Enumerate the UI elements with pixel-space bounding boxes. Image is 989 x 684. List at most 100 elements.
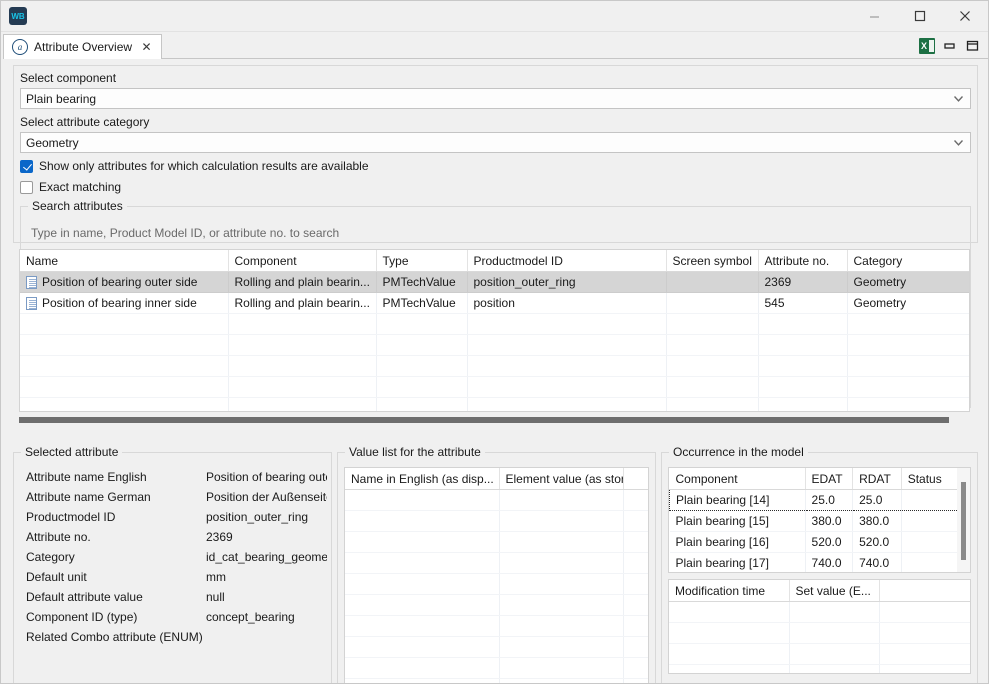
attribute-a-icon: a	[12, 39, 28, 55]
cell-name-text: Position of bearing outer side	[42, 275, 197, 289]
search-attributes-title: Search attributes	[28, 199, 127, 213]
cell-rdat: 380.0	[853, 511, 902, 532]
cell-productmodel-id: position	[467, 293, 666, 314]
component-label: Select component	[20, 71, 116, 85]
table-row-empty[interactable]	[345, 490, 649, 511]
column-header-spacer[interactable]	[879, 580, 970, 602]
table-row-empty[interactable]	[20, 377, 969, 398]
component-combobox[interactable]: Plain bearing	[20, 88, 971, 109]
document-icon	[26, 276, 37, 289]
table-header-row: Name in English (as disp... Element valu…	[345, 468, 649, 490]
modification-table[interactable]: Modification time Set value (E...	[668, 579, 971, 674]
view-minimize-button[interactable]	[941, 37, 958, 54]
show-calc-results-checkbox-row[interactable]: Show only attributes for which calculati…	[20, 159, 369, 173]
table-row-empty[interactable]	[20, 314, 969, 335]
table-row-empty[interactable]	[669, 602, 970, 623]
value-list-table[interactable]: Name in English (as disp... Element valu…	[344, 467, 649, 684]
cell-edat: 520.0	[805, 532, 853, 553]
column-header-element-value[interactable]: Element value (as stored)	[499, 468, 623, 490]
selected-attribute-group: Selected attribute Attribute name Englis…	[13, 452, 332, 684]
table-row-empty[interactable]	[20, 356, 969, 377]
window-close-button[interactable]	[942, 1, 988, 31]
view-maximize-button[interactable]	[964, 37, 981, 54]
table-row-empty[interactable]	[345, 595, 649, 616]
table-row-empty[interactable]	[345, 658, 649, 679]
table-row[interactable]: Position of bearing inner side Rolling a…	[20, 293, 969, 314]
column-header-spacer[interactable]	[623, 468, 649, 490]
cell-component: Plain bearing [17]	[670, 553, 806, 574]
occurrence-grid: Component EDAT RDAT Status Plain bearing…	[669, 468, 970, 573]
cell-productmodel-id: position_outer_ring	[467, 272, 666, 293]
attributes-table-hscrollbar[interactable]	[19, 415, 970, 425]
occurrence-table[interactable]: Component EDAT RDAT Status Plain bearing…	[668, 467, 971, 573]
table-row-empty[interactable]	[20, 335, 969, 356]
column-header-modification-time[interactable]: Modification time	[669, 580, 789, 602]
table-row-empty[interactable]	[345, 616, 649, 637]
window-minimize-button[interactable]	[852, 1, 897, 31]
show-calc-results-checkbox[interactable]	[20, 160, 33, 173]
value-list-grid: Name in English (as disp... Element valu…	[345, 468, 649, 684]
table-row-empty[interactable]	[345, 511, 649, 532]
exact-matching-checkbox-row[interactable]: Exact matching	[20, 180, 121, 194]
minimize-icon	[869, 11, 880, 22]
column-header-attribute-no[interactable]: Attribute no.	[758, 250, 847, 272]
table-row[interactable]: Position of bearing outer side Rolling a…	[20, 272, 969, 293]
table-row-empty[interactable]	[669, 644, 970, 665]
attribute-detail-row: Attribute no. 2369	[26, 527, 327, 547]
column-header-screen-symbol[interactable]: Screen symbol	[666, 250, 758, 272]
column-header-category[interactable]: Category	[847, 250, 969, 272]
column-header-set-value[interactable]: Set value (E...	[789, 580, 879, 602]
table-row-empty[interactable]	[345, 637, 649, 658]
category-label: Select attribute category	[20, 115, 149, 129]
table-row-empty[interactable]	[20, 398, 969, 413]
table-row-empty[interactable]	[345, 553, 649, 574]
attribute-key: Category	[26, 550, 206, 564]
tab-bar-tools: X	[162, 33, 988, 59]
column-header-name[interactable]: Name	[20, 250, 228, 272]
tab-attribute-overview[interactable]: a Attribute Overview ✕	[3, 34, 162, 60]
attribute-key: Default unit	[26, 570, 206, 584]
exact-matching-checkbox[interactable]	[20, 181, 33, 194]
table-row[interactable]: Plain bearing [16] 520.0 520.0	[670, 532, 970, 553]
attribute-detail-row: Attribute name English Position of beari…	[26, 467, 327, 487]
table-row-empty[interactable]	[345, 532, 649, 553]
attribute-key: Related Combo attribute (ENUM)	[26, 630, 206, 644]
table-row[interactable]: Plain bearing [14] 25.0 25.0	[670, 490, 970, 511]
column-header-name-english[interactable]: Name in English (as disp...	[345, 468, 499, 490]
attributes-grid: Name Component Type Productmodel ID Scre…	[20, 250, 970, 412]
attribute-key: Default attribute value	[26, 590, 206, 604]
table-row-empty[interactable]	[669, 665, 970, 675]
occurrence-group: Occurrence in the model Component EDAT R…	[661, 452, 978, 684]
window-maximize-button[interactable]	[897, 1, 942, 31]
attribute-detail-row: Category id_cat_bearing_geometr	[26, 547, 327, 567]
column-header-component[interactable]: Component	[670, 468, 806, 490]
tab-close-icon[interactable]: ✕	[140, 41, 153, 54]
selection-group: Select component Plain bearing Select at…	[13, 65, 978, 243]
vscrollbar-thumb[interactable]	[961, 482, 966, 560]
column-header-edat[interactable]: EDAT	[805, 468, 853, 490]
search-input[interactable]: Type in name, Product Model ID, or attri…	[26, 224, 965, 242]
column-header-rdat[interactable]: RDAT	[853, 468, 902, 490]
exact-matching-label: Exact matching	[39, 180, 121, 194]
table-row-empty[interactable]	[669, 623, 970, 644]
cell-name-text: Position of bearing inner side	[42, 296, 197, 310]
document-icon	[26, 297, 37, 310]
tab-label: Attribute Overview	[34, 40, 132, 54]
excel-export-icon[interactable]: X	[919, 38, 935, 54]
attribute-key: Component ID (type)	[26, 610, 206, 624]
cell-screen-symbol	[666, 293, 758, 314]
column-header-type[interactable]: Type	[376, 250, 467, 272]
content-area: Select component Plain bearing Select at…	[1, 59, 988, 683]
table-row-empty[interactable]	[345, 679, 649, 684]
table-row[interactable]: Plain bearing [15] 380.0 380.0	[670, 511, 970, 532]
column-header-productmodel-id[interactable]: Productmodel ID	[467, 250, 666, 272]
category-combobox[interactable]: Geometry	[20, 132, 971, 153]
column-header-component[interactable]: Component	[228, 250, 376, 272]
attributes-table[interactable]: Name Component Type Productmodel ID Scre…	[19, 249, 970, 412]
table-row[interactable]: Plain bearing [17] 740.0 740.0	[670, 553, 970, 574]
column-header-status[interactable]: Status	[901, 468, 959, 490]
cell-edat: 740.0	[805, 553, 853, 574]
hscrollbar-thumb[interactable]	[19, 417, 949, 423]
table-row-empty[interactable]	[345, 574, 649, 595]
occurrence-vscrollbar[interactable]	[957, 468, 970, 573]
